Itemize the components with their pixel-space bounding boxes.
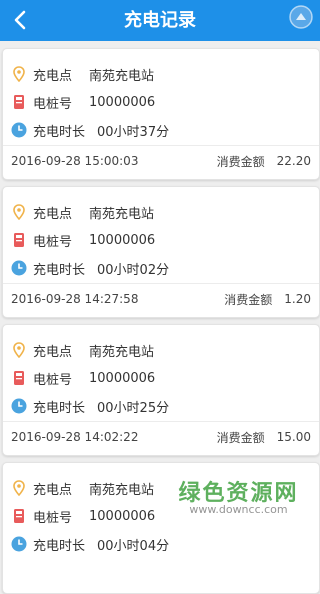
clock-icon (11, 535, 27, 553)
corner-badge (288, 4, 314, 30)
record-footer: 2016-09-28 14:27:58 消费金额 1.20 (11, 289, 311, 309)
divider (3, 283, 319, 284)
pile-label: 电桩号 (33, 96, 73, 112)
duration-row: 充电时长 00小时04分 (11, 533, 169, 555)
location-pin-icon (11, 203, 27, 221)
amount-label: 消费金额 (216, 430, 265, 445)
record-card[interactable]: 充电点 南苑充电站 电桩号 10000006 充电时长 00小时37分 2016… (2, 48, 320, 180)
pile-value: 10000006 (89, 370, 156, 386)
duration-row: 充电时长 00小时37分 (11, 119, 169, 141)
duration-label: 充电时长 (33, 400, 86, 416)
record-time: 2016-09-28 14:02:22 (11, 430, 139, 444)
duration-value: 00小时25分 (97, 400, 170, 416)
amount-value: 22.20 (276, 154, 311, 168)
amount-label: 消费金额 (216, 154, 265, 169)
amount-group: 消费金额 1.20 (224, 291, 311, 308)
duration-value: 00小时02分 (97, 262, 170, 278)
record-time: 2016-09-28 14:27:58 (11, 292, 139, 306)
pile-value: 10000006 (89, 508, 156, 524)
pile-label: 电桩号 (33, 372, 73, 388)
pile-row: 电桩号 10000006 (11, 367, 155, 389)
duration-value: 00小时37分 (97, 124, 170, 140)
amount-label: 消费金额 (224, 292, 273, 307)
station-value: 南苑充电站 (89, 206, 155, 222)
pile-value: 10000006 (89, 232, 156, 248)
divider (3, 145, 319, 146)
location-pin-icon (11, 479, 27, 497)
duration-row: 充电时长 00小时25分 (11, 395, 169, 417)
charging-pile-icon (11, 507, 27, 525)
duration-value: 00小时04分 (97, 538, 170, 554)
amount-group: 消费金额 22.20 (217, 153, 311, 170)
watermark-url: www.downcc.com (189, 503, 288, 516)
station-value: 南苑充电站 (89, 68, 155, 84)
record-card[interactable]: 充电点 南苑充电站 电桩号 10000006 充电时长 00小时25分 2016… (2, 324, 320, 456)
charging-pile-icon (11, 369, 27, 387)
pile-label: 电桩号 (33, 510, 73, 526)
clock-icon (11, 259, 27, 277)
pile-label: 电桩号 (33, 234, 73, 250)
watermark: 绿色资源网 www.downcc.com (171, 475, 306, 521)
pile-row: 电桩号 10000006 (11, 91, 155, 113)
duration-row: 充电时长 00小时02分 (11, 257, 169, 279)
location-pin-icon (11, 65, 27, 83)
record-card[interactable]: 充电点 南苑充电站 电桩号 10000006 充电时长 00小时02分 2016… (2, 186, 320, 318)
clock-icon (11, 121, 27, 139)
record-footer: 2016-09-28 15:00:03 消费金额 22.20 (11, 151, 311, 171)
station-label: 充电点 (33, 344, 73, 360)
record-footer: 2016-09-28 14:02:22 消费金额 15.00 (11, 427, 311, 447)
station-label: 充电点 (33, 482, 73, 498)
station-row: 充电点 南苑充电站 (11, 339, 154, 361)
station-row: 充电点 南苑充电站 (11, 201, 154, 223)
amount-value: 15.00 (276, 430, 311, 444)
charging-pile-icon (11, 231, 27, 249)
station-row: 充电点 南苑充电站 (11, 63, 154, 85)
pile-row: 电桩号 10000006 (11, 229, 155, 251)
record-time: 2016-09-28 15:00:03 (11, 154, 139, 168)
station-label: 充电点 (33, 68, 73, 84)
duration-label: 充电时长 (33, 538, 86, 554)
amount-value: 1.20 (284, 292, 311, 306)
pile-value: 10000006 (89, 94, 156, 110)
pile-row: 电桩号 10000006 (11, 505, 155, 527)
page-title: 充电记录 (124, 10, 196, 31)
station-value: 南苑充电站 (89, 482, 155, 498)
divider (3, 421, 319, 422)
amount-group: 消费金额 15.00 (217, 429, 311, 446)
clock-icon (11, 397, 27, 415)
duration-label: 充电时长 (33, 124, 86, 140)
station-row: 充电点 南苑充电站 (11, 477, 154, 499)
corner-badge-icon (289, 5, 313, 29)
station-value: 南苑充电站 (89, 344, 155, 360)
duration-label: 充电时长 (33, 262, 86, 278)
location-pin-icon (11, 341, 27, 359)
station-label: 充电点 (33, 206, 73, 222)
app-header: 充电记录 (0, 0, 320, 41)
charging-pile-icon (11, 93, 27, 111)
